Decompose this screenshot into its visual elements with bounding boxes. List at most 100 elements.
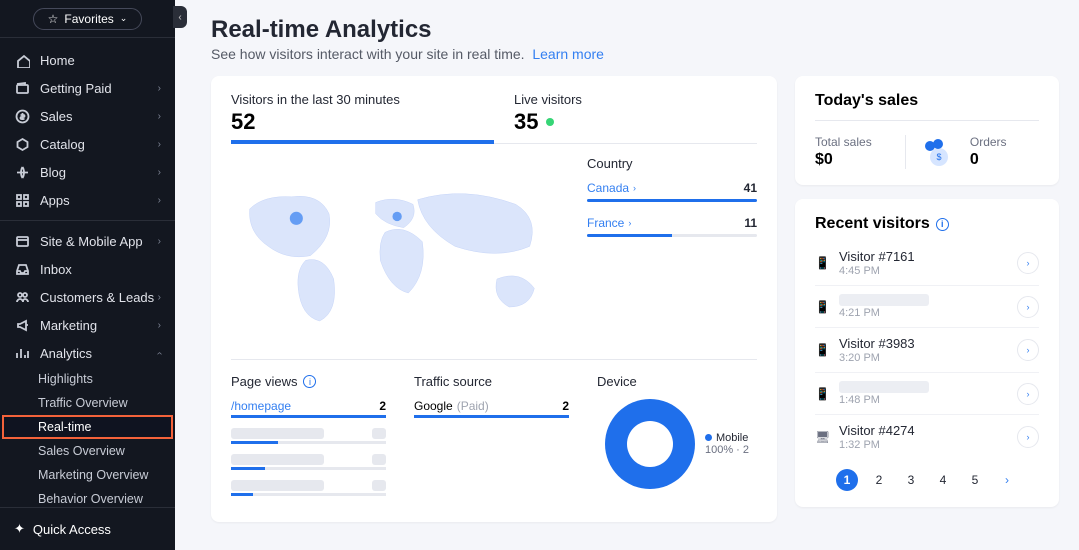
sidebar-sub-sales-overview[interactable]: Sales Overview — [0, 439, 175, 463]
sidebar-item-sales[interactable]: Sales› — [0, 102, 175, 130]
chevron-right-icon: › — [158, 83, 161, 94]
sidebar-item-getting-paid[interactable]: Getting Paid› — [0, 74, 175, 102]
visitor-name: Visitor #4274 — [839, 423, 915, 438]
todays-sales-card: Today's sales Total sales $0 $ Orders 0 — [795, 76, 1059, 185]
sidebar-sub-traffic-overview[interactable]: Traffic Overview — [0, 391, 175, 415]
sidebar-item-blog[interactable]: Blog› — [0, 158, 175, 186]
visitor-time: 1:32 PM — [839, 439, 915, 451]
total-sales-value: $0 — [815, 151, 905, 169]
chevron-right-icon: › — [158, 195, 161, 206]
country-list-title: Country — [587, 156, 757, 171]
visitor-time: 1:48 PM — [839, 394, 929, 406]
learn-more-link[interactable]: Learn more — [532, 46, 604, 62]
main-content: Real-time Analytics See how visitors int… — [175, 0, 1079, 550]
sidebar-sub-real-time[interactable]: Real-time — [0, 415, 175, 439]
pageview-row-placeholder — [231, 428, 386, 439]
visitors-30min-value: 52 — [231, 109, 474, 135]
visitor-row[interactable]: 🖥 Visitor #42741:32 PM › — [815, 414, 1039, 459]
page-2[interactable]: 2 — [868, 469, 890, 491]
chevron-right-icon[interactable]: › — [1017, 296, 1039, 318]
device-icon: 📱 — [815, 256, 829, 270]
active-tab-indicator — [231, 140, 494, 144]
sidebar-item-home[interactable]: Home — [0, 46, 175, 74]
visitor-time: 3:20 PM — [839, 352, 915, 364]
visitor-row[interactable]: 📱1:48 PM› — [815, 372, 1039, 414]
chevron-right-icon[interactable]: › — [1017, 383, 1039, 405]
chevron-right-icon[interactable]: › — [1017, 252, 1039, 274]
recent-visitors-card: Recent visitors i 📱Visitor #71614:45 PM›… — [795, 199, 1059, 507]
page-1[interactable]: 1 — [836, 469, 858, 491]
info-icon[interactable]: i — [936, 218, 949, 231]
world-map — [231, 156, 567, 351]
visitor-name: Visitor #7161 — [839, 249, 915, 264]
sidebar: ‹ ☆ Favorites ⌄ HomeGetting Paid›Sales›C… — [0, 0, 175, 550]
traffic-source-section: Traffic source Google(Paid)2 — [414, 374, 569, 506]
home-icon — [14, 52, 30, 68]
sidebar-sub-behavior-overview[interactable]: Behavior Overview — [0, 487, 175, 507]
page-5[interactable]: 5 — [964, 469, 986, 491]
apps-icon — [14, 192, 30, 208]
chevron-right-icon[interactable]: › — [1017, 426, 1039, 448]
device-icon: 🖥 — [815, 430, 829, 444]
site-icon — [14, 233, 30, 249]
traffic-row[interactable]: Google(Paid)2 — [414, 399, 569, 413]
live-visitors-label: Live visitors — [514, 92, 757, 107]
country-bar — [587, 199, 757, 202]
visitors-30min-label: Visitors in the last 30 minutes — [231, 92, 474, 107]
device-title: Device — [597, 374, 637, 389]
svg-text:$: $ — [936, 152, 941, 162]
page-views-section: Page views i /homepage2 — [231, 374, 386, 506]
sidebar-collapse-handle[interactable]: ‹ — [173, 6, 187, 28]
country-row[interactable]: France ›11 — [587, 216, 757, 230]
chevron-right-icon: › — [158, 111, 161, 122]
info-icon[interactable]: i — [303, 375, 316, 388]
visitor-row[interactable]: 📱4:21 PM› — [815, 285, 1039, 327]
page-title: Real-time Analytics — [211, 16, 1059, 44]
pageview-row-placeholder — [231, 454, 386, 465]
sidebar-item-marketing[interactable]: Marketing› — [0, 311, 175, 339]
todays-sales-title: Today's sales — [815, 92, 1039, 110]
pageview-row-placeholder — [231, 480, 386, 491]
sidebar-item-analytics[interactable]: Analytics› — [0, 339, 175, 367]
sidebar-item-site-mobile-app[interactable]: Site & Mobile App› — [0, 227, 175, 255]
favorites-label: Favorites — [64, 12, 113, 26]
page-3[interactable]: 3 — [900, 469, 922, 491]
sidebar-item-catalog[interactable]: Catalog› — [0, 130, 175, 158]
device-donut-chart — [605, 399, 695, 489]
blog-icon — [14, 164, 30, 180]
country-row[interactable]: Canada ›41 — [587, 181, 757, 195]
sidebar-item-apps[interactable]: Apps› — [0, 186, 175, 214]
favorites-button[interactable]: ☆ Favorites ⌄ — [33, 8, 143, 30]
traffic-bar — [414, 415, 569, 418]
quick-access-button[interactable]: ✦ Quick Access — [0, 507, 175, 550]
page-subtitle: See how visitors interact with your site… — [211, 46, 1059, 62]
chevron-down-icon: ⌄ — [120, 13, 128, 24]
chevron-right-icon[interactable]: › — [1017, 339, 1039, 361]
chevron-right-icon: › — [158, 167, 161, 178]
sparkle-icon: ✦ — [14, 521, 25, 537]
legend-dot-icon — [705, 434, 712, 441]
visitor-row[interactable]: 📱 Visitor #71614:45 PM › — [815, 241, 1039, 285]
country-bar — [587, 234, 757, 237]
country-list: Country Canada ›41 France ›11 — [587, 156, 757, 351]
visitor-row[interactable]: 📱Visitor #39833:20 PM› — [815, 327, 1039, 372]
visitor-name: Visitor #3983 — [839, 336, 915, 351]
chevron-right-icon: › — [158, 292, 161, 303]
visitor-time: 4:45 PM — [839, 265, 915, 277]
page-views-title: Page views — [231, 374, 297, 389]
sidebar-item-customers-leads[interactable]: Customers & Leads› — [0, 283, 175, 311]
sidebar-sub-marketing-overview[interactable]: Marketing Overview — [0, 463, 175, 487]
visitors-30min-stat: Visitors in the last 30 minutes 52 — [231, 92, 474, 135]
sidebar-sub-highlights[interactable]: Highlights — [0, 367, 175, 391]
page-4[interactable]: 4 — [932, 469, 954, 491]
quick-access-label: Quick Access — [33, 522, 111, 537]
device-legend: Mobile 100% · 2 — [705, 432, 749, 456]
chevron-up-icon: › — [154, 351, 165, 354]
sidebar-item-inbox[interactable]: Inbox — [0, 255, 175, 283]
sales-illustration-icon: $ — [916, 135, 950, 169]
pageview-row[interactable]: /homepage2 — [231, 399, 386, 413]
sidebar-nav: HomeGetting Paid›Sales›Catalog›Blog›Apps… — [0, 38, 175, 507]
pager-next[interactable]: › — [996, 469, 1018, 491]
star-icon: ☆ — [48, 12, 59, 26]
live-visitors-value: 35 — [514, 109, 538, 135]
